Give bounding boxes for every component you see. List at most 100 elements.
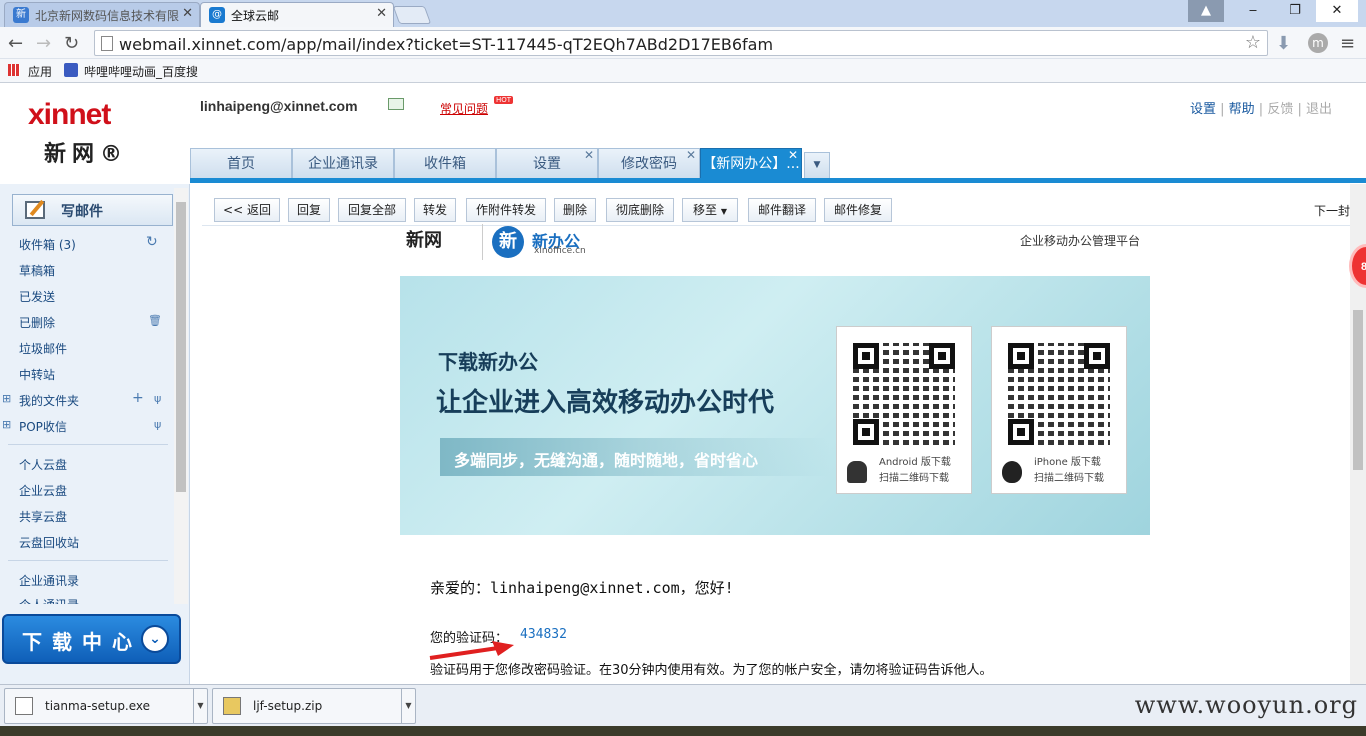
sidebar-item-drafts[interactable]: 草稿箱 [19, 262, 55, 279]
chevron-down-icon[interactable]: ▼ [401, 689, 415, 723]
bookmark-bilibili[interactable]: 哔哩哔哩动画_百度搜 [84, 63, 198, 80]
sidebar-item-sent[interactable]: 已发送 [19, 288, 55, 305]
scroll-thumb[interactable] [1353, 310, 1363, 470]
restore-button[interactable]: ❐ [1274, 0, 1316, 22]
tab-settings[interactable]: 设置 ✕ [496, 148, 598, 178]
tab-current-mail[interactable]: 【新网办公】... ✕ [700, 148, 802, 178]
sidebar-item-enterprise-contacts[interactable]: 企业通讯录 [19, 572, 79, 589]
settings-link[interactable]: 设置 [1190, 102, 1216, 117]
sidebar-item-shared-cloud[interactable]: 共享云盘 [19, 508, 67, 525]
download-item[interactable]: tianma-setup.exe ▼ [4, 688, 208, 724]
sidebar-item-pop[interactable]: POP收信 [19, 418, 67, 435]
sidebar-item-inbox[interactable]: 收件箱 (3) [19, 236, 76, 253]
filter-icon[interactable]: ψ [154, 392, 161, 405]
tab-contacts[interactable]: 企业通讯录 [292, 148, 394, 178]
qr-card-iphone: iPhone 版下载 扫描二维码下载 [991, 326, 1127, 494]
reload-icon[interactable]: ↻ [64, 33, 79, 54]
help-link[interactable]: 帮助 [1229, 102, 1255, 117]
close-icon[interactable]: ✕ [686, 140, 696, 170]
mail-status-icon[interactable] [388, 98, 404, 110]
add-folder-icon[interactable]: + [132, 390, 144, 406]
user-email: linhaipeng@xinnet.com [200, 98, 358, 114]
forward-attachment-button[interactable]: 作附件转发 [466, 198, 546, 222]
expand-icon[interactable]: ⊞ [2, 418, 11, 431]
tabs-more-icon[interactable]: ▼ [804, 152, 830, 178]
compose-label: 写邮件 [61, 204, 103, 220]
tab-inbox[interactable]: 收件箱 [394, 148, 496, 178]
compose-button[interactable]: 写邮件 [12, 194, 173, 226]
bookmarks-bar: 应用 哔哩哔哩动画_百度搜 [0, 59, 1366, 83]
qr-os: Android 版下载 [879, 457, 951, 468]
logout-link[interactable]: 退出 [1306, 102, 1332, 117]
zip-file-icon [223, 697, 241, 715]
sidebar-item-personal-cloud[interactable]: 个人云盘 [19, 456, 67, 473]
browser-tab-strip: 新 北京新网数码信息技术有限 ✕ @ 全球云邮 ✕ ▲ ‒ ❐ ✕ [0, 0, 1366, 27]
reply-button[interactable]: 回复 [288, 198, 330, 222]
verification-code[interactable]: 434832 [520, 627, 567, 642]
back-icon[interactable]: ← [8, 33, 23, 54]
sidebar-item-junk[interactable]: 垃圾邮件 [19, 340, 67, 357]
faq-link[interactable]: 常见问题 [440, 100, 488, 117]
close-icon[interactable]: ✕ [788, 140, 798, 170]
new-tab-button[interactable] [392, 6, 432, 24]
qr-hint: 扫描二维码下载 [1034, 473, 1104, 484]
move-to-button[interactable]: 移至 ▼ [682, 198, 738, 222]
tab-label: 设置 [533, 156, 561, 172]
bookmark-apps[interactable]: 应用 [28, 63, 52, 80]
divider [482, 224, 483, 260]
browser-toolbar: ← → ↻ webmail.xinnet.com/app/mail/index?… [0, 27, 1366, 59]
forward-button[interactable]: 转发 [414, 198, 456, 222]
scroll-thumb[interactable] [176, 202, 186, 492]
tab-underline [190, 178, 1366, 183]
tab-home[interactable]: 首页 [190, 148, 292, 178]
browser-tab-xinnet[interactable]: 新 北京新网数码信息技术有限 ✕ [4, 2, 200, 27]
extension-icon[interactable]: m [1308, 33, 1328, 53]
refresh-icon[interactable]: ↻ [146, 234, 158, 250]
qr-os: iPhone 版下载 [1034, 457, 1101, 468]
filter-icon[interactable]: ψ [154, 418, 161, 431]
sidebar-item-transfer[interactable]: 中转站 [19, 366, 55, 383]
sidebar: 写邮件 收件箱 (3) ↻ 草稿箱 已发送 已删除 🗑 垃圾邮件 中转站 ⊞ 我… [0, 184, 190, 684]
repair-button[interactable]: 邮件修复 [824, 198, 892, 222]
delete-button[interactable]: 删除 [554, 198, 596, 222]
feedback-link[interactable]: 反馈 [1267, 102, 1293, 117]
sidebar-item-enterprise-cloud[interactable]: 企业云盘 [19, 482, 67, 499]
translate-button[interactable]: 邮件翻译 [748, 198, 816, 222]
reply-all-button[interactable]: 回复全部 [338, 198, 406, 222]
close-icon[interactable]: ✕ [182, 6, 193, 21]
android-icon [847, 461, 867, 483]
star-icon[interactable]: ☆ [1245, 32, 1261, 53]
xinnet-logo[interactable]: xinnet [28, 98, 111, 132]
browser-tab-mail[interactable]: @ 全球云邮 ✕ [200, 2, 394, 27]
download-center-button[interactable]: 下载中心 ⌄ [2, 614, 181, 664]
sidebar-item-myfolders[interactable]: 我的文件夹 [19, 392, 79, 409]
download-arrow-icon[interactable]: ⬇ [1276, 33, 1291, 54]
expand-icon[interactable]: ⊞ [2, 392, 11, 405]
sidebar-scrollbar[interactable] [174, 188, 188, 604]
download-item[interactable]: ljf-setup.zip ▼ [212, 688, 416, 724]
qr-finder [929, 343, 955, 369]
mail-greeting: 亲爱的：linhaipeng@xinnet.com，您好! [430, 579, 734, 597]
back-button[interactable]: << 返回 [214, 198, 280, 222]
address-bar[interactable]: webmail.xinnet.com/app/mail/index?ticket… [94, 30, 1268, 56]
sidebar-item-cloud-recycle[interactable]: 云盘回收站 [19, 534, 79, 551]
delete-permanently-button[interactable]: 彻底删除 [606, 198, 674, 222]
next-mail-link[interactable]: 下一封 [1314, 202, 1350, 219]
menu-icon[interactable]: ≡ [1340, 33, 1355, 54]
chevron-down-icon[interactable]: ▼ [193, 689, 207, 723]
close-icon[interactable]: ✕ [584, 140, 594, 170]
minimize-button[interactable]: ‒ [1232, 0, 1274, 22]
download-filename: tianma-setup.exe [45, 699, 151, 713]
forward-icon[interactable]: → [36, 33, 51, 54]
url-text: webmail.xinnet.com/app/mail/index?ticket… [119, 35, 774, 54]
tab-change-password[interactable]: 修改密码 ✕ [598, 148, 700, 178]
apps-icon [8, 64, 20, 76]
promo-banner[interactable]: 下载新办公 让企业进入高效移动办公时代 多端同步，无缝沟通，随时随地，省时省心 … [400, 276, 1150, 535]
window-close-button[interactable]: ✕ [1316, 0, 1358, 22]
sidebar-item-personal-contacts[interactable]: 个人通讯录 [19, 596, 79, 604]
close-icon[interactable]: ✕ [376, 6, 387, 21]
trash-icon[interactable]: 🗑 [148, 314, 162, 327]
sidebar-item-deleted[interactable]: 已删除 [19, 314, 55, 331]
user-profile-icon[interactable]: ▲ [1188, 0, 1224, 22]
move-to-label: 移至 [693, 203, 718, 217]
